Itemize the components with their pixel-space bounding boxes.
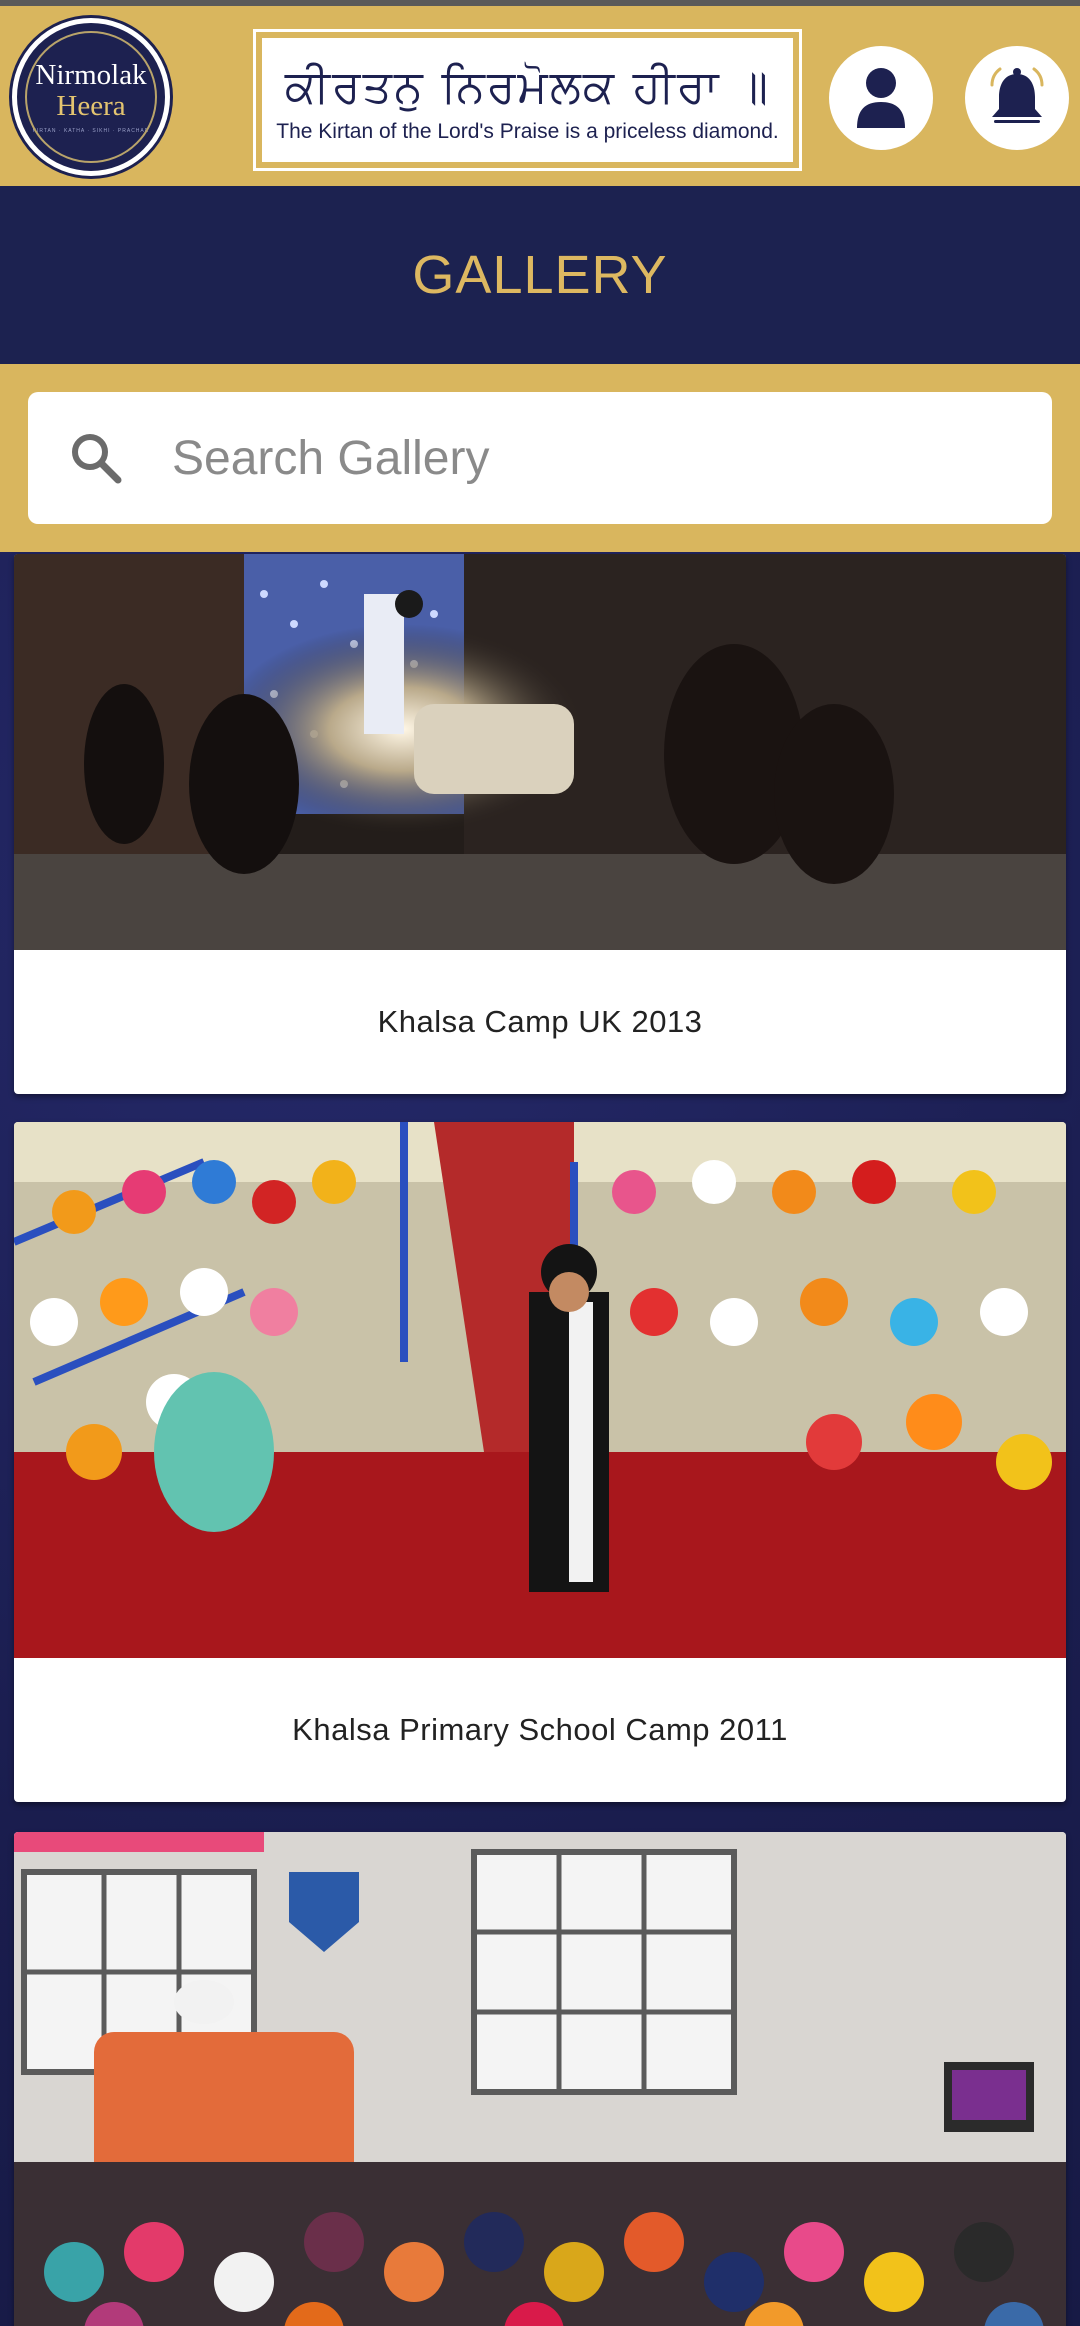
gallery-card[interactable] — [14, 1832, 1066, 2326]
gallery-image-gurdwara-hall — [14, 1832, 1066, 2326]
bell-icon — [990, 67, 1044, 123]
search-icon — [72, 434, 122, 484]
gallery-caption: Khalsa Primary School Camp 2011 — [292, 1712, 788, 1747]
title-bar: GALLERY — [0, 186, 1080, 364]
search-input[interactable] — [172, 430, 992, 486]
banner-gurmukhi-text: ਕੀਰਤਨੁ ਨਿਰਮੋਲਕ ਹੀਰਾ ॥ — [284, 59, 771, 113]
gallery-card[interactable]: Khalsa Primary School Camp 2011 — [14, 1122, 1066, 1802]
gallery-caption: Khalsa Camp UK 2013 — [377, 1004, 703, 1039]
logo-ring — [25, 31, 157, 163]
page-title: GALLERY — [412, 245, 668, 305]
user-icon — [857, 68, 905, 128]
app-header: Nirmolak Heera KIRTAN · KATHA · SIKHI · … — [0, 6, 1080, 186]
gallery-image-khalsa-primary-2011 — [14, 1122, 1066, 1658]
gallery-list: Khalsa Camp UK 2013 Khalsa Primary Schoo… — [0, 552, 1080, 2326]
logo[interactable]: Nirmolak Heera KIRTAN · KATHA · SIKHI · … — [12, 18, 170, 176]
banner-subtitle: The Kirtan of the Lord's Praise is a pri… — [276, 120, 779, 143]
gallery-image-khalsa-camp-2013 — [14, 554, 1066, 950]
search-band — [0, 364, 1080, 552]
profile-button[interactable] — [829, 46, 933, 150]
search-box[interactable] — [28, 392, 1052, 524]
header-banner: ਕੀਰਤਨੁ ਨਿਰਮੋਲਕ ਹੀਰਾ ॥ The Kirtan of the … — [253, 29, 802, 171]
notifications-button[interactable] — [965, 46, 1069, 150]
gallery-card[interactable]: Khalsa Camp UK 2013 — [14, 554, 1066, 1094]
